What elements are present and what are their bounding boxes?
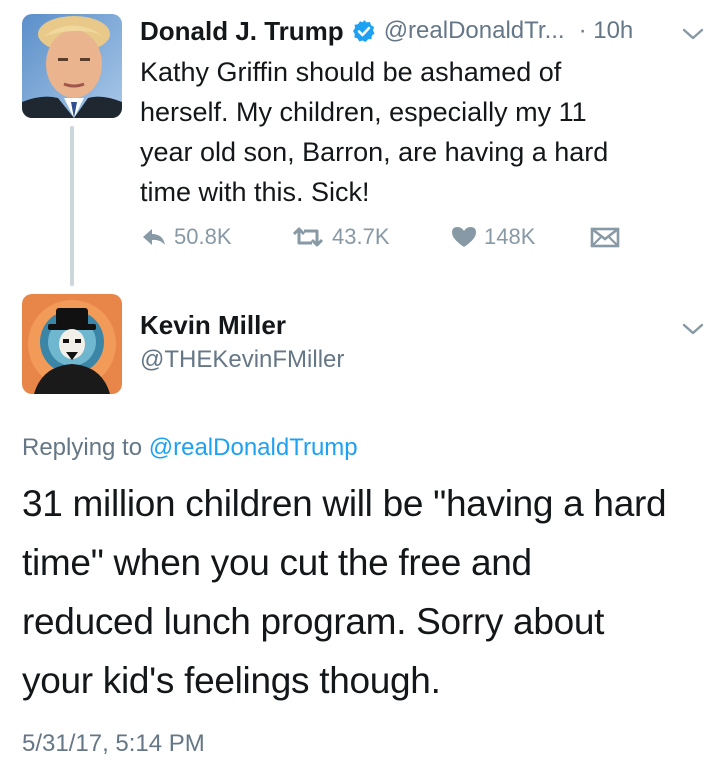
direct-message-button[interactable] [590,225,620,249]
reply-count: 50.8K [174,224,232,249]
tweet-header: Donald J. Trump @realDonaldTr... · 10h [140,12,633,50]
replying-to-line: Replying to @realDonaldTrump [22,434,358,462]
tweet-text-line: herself. My children, especially my 11 [140,97,587,127]
envelope-icon [590,225,620,249]
chevron-down-icon[interactable] [682,322,704,336]
trump-avatar[interactable] [22,14,122,118]
reply-author-name[interactable]: Kevin Miller [140,310,286,341]
tweet-text: Kathy Griffin should be ashamed of herse… [140,52,700,212]
replying-to-handle-link[interactable]: @realDonaldTrump [149,434,358,461]
tweet-time[interactable]: · 10h [579,17,634,45]
reply-author-handle[interactable]: @THEKevinFMiller [140,346,344,374]
author-name[interactable]: Donald J. Trump [140,16,344,47]
reply-text-line: time" when you cut the free and [22,542,532,583]
tweet-actions-bar: 50.8K 43.7K 148K [140,222,620,252]
author-handle[interactable]: @realDonaldTr... [384,17,565,45]
heart-icon [450,225,478,249]
verified-badge-icon [352,19,376,43]
retweet-count: 43.7K [332,224,390,249]
retweet-button[interactable]: 43.7K [290,224,450,250]
reply-button[interactable]: 50.8K [140,224,290,250]
kevin-miller-avatar[interactable] [22,294,122,394]
tweet-text-line: Kathy Griffin should be ashamed of [140,57,562,87]
reply-text-line: 31 million children will be "having a ha… [22,483,667,524]
reply-text-line: your kid's feelings though. [22,660,441,701]
reply-timestamp[interactable]: 5/31/17, 5:14 PM [22,730,205,758]
tweet-text-line: time with this. Sick! [140,177,370,207]
thread-connector-line [70,126,74,286]
like-count: 148K [484,224,536,249]
reply-icon [140,225,168,249]
reply-tweet-text: 31 million children will be "having a ha… [22,474,712,710]
tweet-text-line: year old son, Barron, are having a hard [140,137,609,167]
chevron-down-icon[interactable] [682,27,704,41]
like-button[interactable]: 148K [450,224,590,250]
reply-text-line: reduced lunch program. Sorry about [22,601,605,642]
retweet-icon [290,225,326,249]
replying-to-prefix: Replying to [22,434,149,461]
